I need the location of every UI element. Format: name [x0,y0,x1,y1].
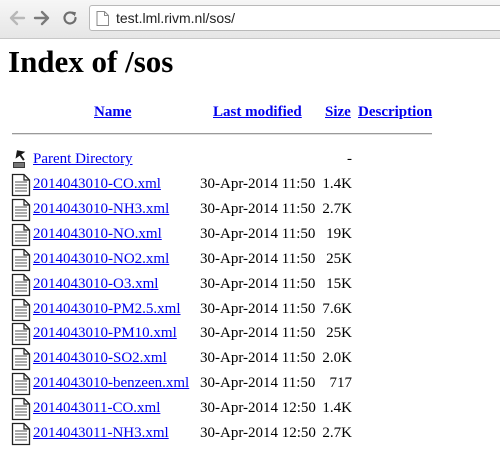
file-link[interactable]: 2014043010-benzeen.xml [33,375,189,392]
file-row: 2014043010-NH3.xml 30-Apr-2014 11:50 2.7K [0,198,500,223]
column-header-size[interactable]: Size [325,104,351,121]
file-modified: 30-Apr-2014 11:50 [200,275,316,292]
file-modified: 30-Apr-2014 11:50 [200,300,316,317]
file-row: 2014043010-NO.xml 30-Apr-2014 11:50 19K [0,223,500,248]
parent-directory-icon [13,150,26,168]
column-header-last-modified[interactable]: Last modified [213,104,302,121]
page-icon [96,11,109,26]
file-link[interactable]: 2014043010-O3.xml [33,276,158,293]
url-text: test.lml.rivm.nl/sos/ [116,10,236,26]
text-file-icon [11,223,31,246]
column-header-name[interactable]: Name [94,104,132,121]
parent-directory-size: - [347,151,352,167]
file-row: 2014043010-PM10.xml 30-Apr-2014 11:50 25K [0,322,500,347]
file-row: 2014043011-NH3.xml 30-Apr-2014 12:50 2.7K [0,422,500,447]
page-title: Index of /sos [8,44,174,79]
file-modified: 30-Apr-2014 12:50 [200,400,316,417]
file-size: 15K [326,275,352,292]
reload-button[interactable] [59,7,81,29]
file-link[interactable]: 2014043010-PM10.xml [33,325,177,342]
file-size: 717 [329,375,353,392]
file-modified: 30-Apr-2014 11:50 [200,325,316,342]
text-file-icon [11,397,31,421]
file-modified: 30-Apr-2014 11:50 [200,350,316,367]
text-file-icon [11,273,31,296]
file-link[interactable]: 2014043011-NH3.xml [33,425,169,442]
file-row: 2014043010-CO.xml 30-Apr-2014 11:50 1.4K [0,173,500,198]
forward-button[interactable] [31,7,53,29]
file-size: 2.0K [322,350,352,367]
file-size: 25K [326,325,352,342]
reload-icon [63,11,77,25]
parent-directory-row: Parent Directory - [0,148,500,173]
file-link[interactable]: 2014043010-SO2.xml [33,350,167,367]
file-link[interactable]: 2014043010-NO2.xml [33,251,169,268]
file-link[interactable]: 2014043010-NO.xml [33,226,162,243]
file-link[interactable]: 2014043010-PM2.5.xml [33,301,181,318]
file-modified: 30-Apr-2014 11:50 [200,250,316,267]
file-size: 2.7K [322,200,352,217]
address-bar[interactable]: test.lml.rivm.nl/sos/ [89,5,500,31]
browser-toolbar: test.lml.rivm.nl/sos/ [0,0,500,39]
file-row: 2014043010-PM2.5.xml 30-Apr-2014 11:50 7.6… [0,298,500,323]
parent-directory-link[interactable]: Parent Directory [33,151,133,168]
file-link[interactable]: 2014043010-NH3.xml [33,201,169,218]
file-modified: 30-Apr-2014 11:50 [200,200,316,217]
text-file-icon [11,198,31,222]
file-size: 2.7K [322,425,352,441]
text-file-icon [11,173,31,197]
file-row: 2014043010-SO2.xml 30-Apr-2014 11:50 2.0K [0,347,500,372]
file-size: 1.4K [322,176,352,192]
text-file-icon [11,298,31,321]
file-modified: 30-Apr-2014 11:50 [200,176,316,192]
file-size: 1.4K [322,400,352,417]
text-file-icon [11,248,31,271]
text-file-icon [11,422,31,446]
file-link[interactable]: 2014043011-CO.xml [33,400,160,417]
file-size: 25K [326,250,352,267]
file-modified: 30-Apr-2014 12:50 [200,425,316,441]
file-size: 7.6K [322,300,352,317]
file-modified: 30-Apr-2014 11:50 [200,225,316,242]
back-button[interactable] [6,7,28,29]
column-header-description[interactable]: Description [358,104,432,121]
file-row: 2014043010-O3.xml 30-Apr-2014 11:50 15K [0,273,500,298]
file-link[interactable]: 2014043010-CO.xml [33,176,161,193]
back-arrow-icon [9,10,26,26]
file-row: 2014043010-benzeen.xml 30-Apr-2014 11:50 7… [0,372,500,397]
text-file-icon [11,373,31,396]
file-row: 2014043010-NO2.xml 30-Apr-2014 11:50 25K [0,248,500,273]
header-divider [12,133,432,135]
text-file-icon [11,323,31,346]
text-file-icon [11,348,31,371]
forward-arrow-icon [33,10,50,26]
file-size: 19K [326,225,352,242]
file-row: 2014043011-CO.xml 30-Apr-2014 12:50 1.4K [0,397,500,422]
file-modified: 30-Apr-2014 11:50 [200,375,316,392]
